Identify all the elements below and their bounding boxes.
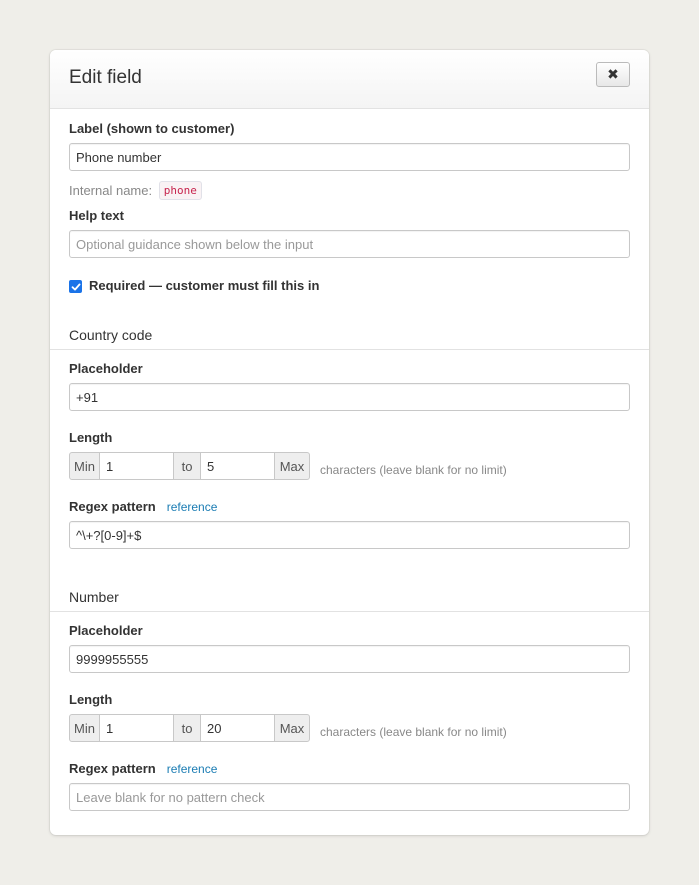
number-length-hint: characters (leave blank for no limit) [320,725,507,739]
number-regex-input[interactable] [69,783,630,811]
internal-name-label: Internal name: [69,183,153,198]
country-code-length-group: Min to Max [69,452,310,480]
number-regex-row: Regex pattern reference [69,761,217,776]
country-code-regex-row: Regex pattern reference [69,499,217,514]
label-input[interactable] [69,143,630,171]
country-code-length-label: Length [69,430,113,445]
max-addon: Max [274,714,310,742]
number-length-group: Min to Max [69,714,310,742]
required-label[interactable]: Required — customer must fill this in [89,278,319,293]
to-addon: to [173,452,201,480]
number-placeholder-label: Placeholder [69,623,143,638]
close-icon: ✖ [607,66,619,82]
country-code-min-input[interactable] [100,452,173,480]
help-text-label: Help text [69,208,124,223]
country-code-placeholder-label: Placeholder [69,361,143,376]
internal-name-row: Internal name: phone [69,181,202,200]
number-length-label: Length [69,692,113,707]
number-placeholder-input[interactable] [69,645,630,673]
close-button[interactable]: ✖ [596,62,630,87]
max-addon: Max [274,452,310,480]
country-code-regex-input[interactable] [69,521,630,549]
number-regex-label: Regex pattern [69,761,156,776]
country-code-placeholder-input[interactable] [69,383,630,411]
section-title-country-code: Country code [69,327,153,343]
to-addon: to [173,714,201,742]
modal-title: Edit field [69,67,142,88]
label-field-label: Label (shown to customer) [69,121,235,136]
modal-header: Edit field ✖ [50,50,649,109]
edit-field-modal: Edit field ✖ Label (shown to customer) I… [50,50,649,835]
country-code-regex-reference-link[interactable]: reference [167,500,218,514]
country-code-max-input[interactable] [201,452,274,480]
number-max-input[interactable] [201,714,274,742]
internal-name-badge: phone [158,181,202,200]
min-addon: Min [69,714,100,742]
country-code-length-hint: characters (leave blank for no limit) [320,463,507,477]
section-divider [50,349,649,350]
min-addon: Min [69,452,100,480]
checkmark-icon [71,283,80,290]
section-divider [50,611,649,612]
country-code-regex-label: Regex pattern [69,499,156,514]
number-min-input[interactable] [100,714,173,742]
help-text-input[interactable] [69,230,630,258]
number-regex-reference-link[interactable]: reference [167,762,218,776]
required-checkbox[interactable] [69,280,82,293]
section-title-number: Number [69,589,119,605]
